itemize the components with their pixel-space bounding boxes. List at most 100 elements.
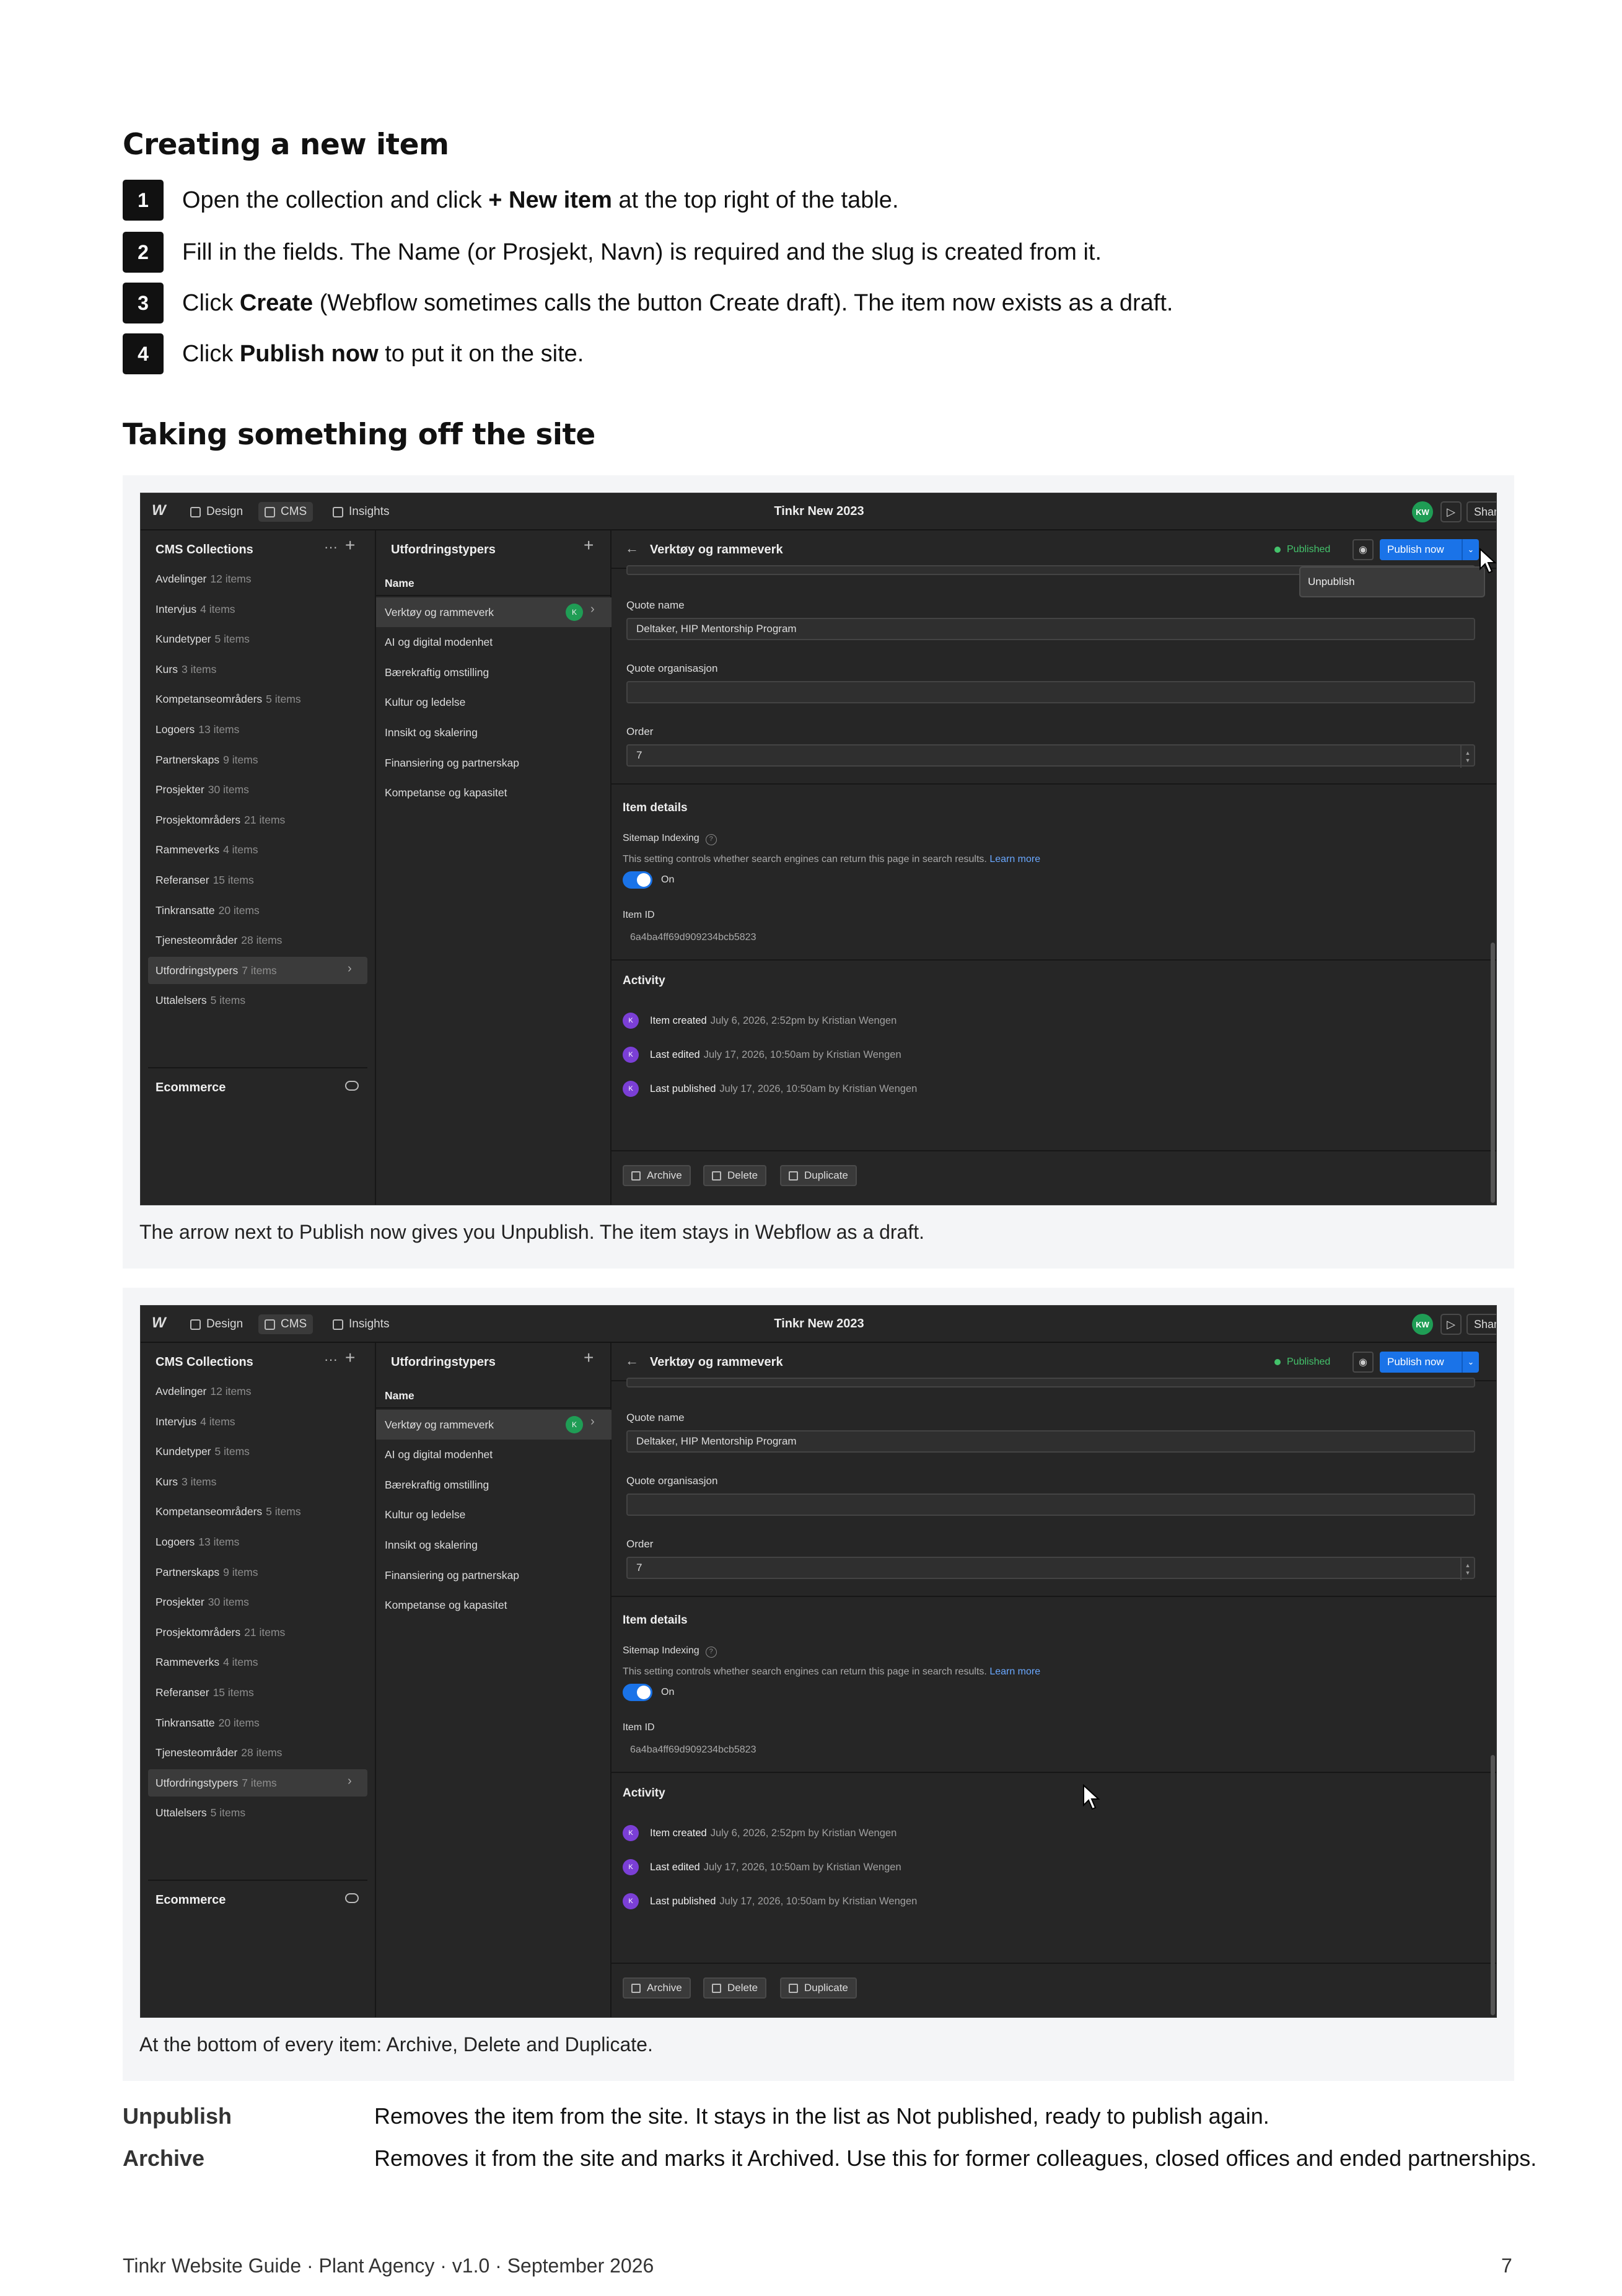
collection-count: 21 items [244,813,286,826]
collection-item[interactable]: Rammeverks 4 items [156,843,258,856]
collection-item[interactable]: Intervjus 4 items [156,1415,235,1428]
order-stepper[interactable]: 7 ▲ ▼ [626,1557,1475,1580]
unpublish-menu-item[interactable]: Unpublish [1299,566,1485,597]
activity-row: K Last published July 17, 2026, 10:50am by… [623,1081,917,1097]
stepper-arrows-icon[interactable]: ▲ ▼ [1460,1558,1474,1580]
collection-name: Logoers [156,1536,195,1548]
collection-item[interactable]: Prosjekter 30 items [156,1596,249,1609]
activity-action: Last published [650,1083,716,1094]
duplicate-button[interactable]: Duplicate [780,1977,857,1999]
list-item[interactable]: Finansiering og partnerskap [376,1560,612,1590]
collection-item[interactable]: Kundetyper 5 items [156,1445,250,1458]
collection-item[interactable]: Kundetyper 5 items [156,633,250,646]
share-button[interactable]: Share [1466,501,1496,522]
back-arrow-icon[interactable]: ← [625,540,639,556]
avatar[interactable]: KW [1412,501,1433,522]
collection-item[interactable]: Partnerskaps 9 items [156,1566,258,1579]
collection-item[interactable]: Logoers 13 items [156,723,239,736]
ecommerce-label[interactable]: Ecommerce [156,1893,226,1907]
collection-item[interactable]: Referanser 15 items [156,874,254,887]
list-item[interactable]: Innsikt og skalering [376,718,612,747]
collection-item[interactable]: Utfordringstypers 7 items [156,964,277,977]
add-collection-icon[interactable]: + [345,1348,355,1368]
collection-item[interactable]: Intervjus 4 items [156,603,235,616]
duplicate-button[interactable]: Duplicate [780,1165,857,1186]
more-icon[interactable]: ··· [324,539,338,555]
list-item[interactable]: Kompetanse og kapasitet [376,1591,612,1621]
collection-item[interactable]: Prosjekter 30 items [156,783,249,796]
collection-item[interactable]: Kurs 3 items [156,1476,216,1489]
learn-more-link[interactable]: Learn more [989,854,1040,864]
collection-item[interactable]: Kompetanseområders 5 items [156,1505,301,1518]
archive-button[interactable]: Archive [623,1165,691,1186]
collection-name: Utfordringstypers [156,1776,239,1789]
ecommerce-toggle-icon[interactable] [345,1893,359,1903]
list-item[interactable]: Bærekraftig omstilling [376,658,612,687]
field-input-cut[interactable] [626,1378,1475,1388]
activity-detail: July 17, 2026, 10:50am by Kristian Wenge… [719,1083,918,1094]
collection-item[interactable]: Prosjektområders 21 items [156,1626,285,1639]
chevron-down-icon[interactable]: ⌄ [1462,1352,1479,1373]
preview-play-icon[interactable]: ▷ [1440,1314,1462,1335]
list-item[interactable]: Kultur og ledelse [376,1500,612,1530]
quote-org-input[interactable] [626,1493,1475,1516]
quote-org-input[interactable] [626,681,1475,703]
list-item[interactable]: Kultur og ledelse [376,688,612,718]
scrollbar[interactable] [1491,1755,1495,2015]
preview-eye-icon[interactable]: ◉ [1352,1352,1374,1373]
preview-eye-icon[interactable]: ◉ [1352,539,1374,560]
order-stepper[interactable]: 7 ▲ ▼ [626,744,1475,768]
divider [376,595,612,596]
list-item[interactable]: Kompetanse og kapasitet [376,778,612,808]
delete-button[interactable]: Delete [703,1165,767,1186]
collection-item[interactable]: Tinkransatte 20 items [156,904,260,917]
new-item-icon[interactable]: + [584,1348,594,1368]
collection-name: Kundetyper [156,633,211,646]
help-icon[interactable]: ? [705,1647,717,1658]
collection-item[interactable]: Kurs 3 items [156,663,216,676]
collection-item[interactable]: Utfordringstypers 7 items [156,1777,277,1790]
more-icon[interactable]: ··· [324,1352,338,1368]
preview-play-icon[interactable]: ▷ [1440,501,1462,522]
collection-item[interactable]: Avdelinger 12 items [156,1385,252,1398]
quote-name-input[interactable]: Deltaker, HIP Mentorship Program [626,1430,1475,1453]
list-item[interactable]: Bærekraftig omstilling [376,1470,612,1500]
new-item-icon[interactable]: + [584,535,594,555]
chevron-down-icon[interactable]: ⌄ [1462,539,1479,560]
page-number: 7 [1501,2254,1512,2277]
list-item[interactable]: Finansiering og partnerskap [376,748,612,778]
stepper-arrows-icon[interactable]: ▲ ▼ [1460,746,1474,768]
collection-item[interactable]: Referanser 15 items [156,1686,254,1699]
collection-item[interactable]: Kompetanseområders 5 items [156,693,301,706]
collection-item[interactable]: Logoers 13 items [156,1536,239,1549]
sitemap-toggle[interactable] [623,871,652,889]
add-collection-icon[interactable]: + [345,535,355,555]
archive-button[interactable]: Archive [623,1977,691,1999]
quote-name-input[interactable]: Deltaker, HIP Mentorship Program [626,618,1475,640]
ecommerce-toggle-icon[interactable] [345,1081,359,1091]
help-icon[interactable]: ? [705,834,717,845]
scrollbar[interactable] [1491,943,1495,1203]
collection-item[interactable]: Rammeverks 4 items [156,1656,258,1669]
back-arrow-icon[interactable]: ← [625,1353,639,1369]
share-button[interactable]: Share [1466,1314,1496,1335]
collection-item[interactable]: Avdelinger 12 items [156,573,252,586]
collection-item[interactable]: Tinkransatte 20 items [156,1717,260,1730]
sitemap-toggle[interactable] [623,1684,652,1701]
ecommerce-label[interactable]: Ecommerce [156,1081,226,1095]
collection-item[interactable]: Tjenesteområder 28 items [156,1746,282,1759]
publish-now-button[interactable]: Publish now ⌄ [1380,1352,1479,1373]
publish-now-button[interactable]: Publish now ⌄ [1380,539,1479,560]
list-item[interactable]: AI og digital modenhet [376,1440,612,1470]
list-item[interactable]: Innsikt og skalering [376,1530,612,1560]
collection-item[interactable]: Partnerskaps 9 items [156,754,258,767]
collection-item[interactable]: Prosjektområders 21 items [156,814,285,827]
collection-item[interactable]: Tjenesteområder 28 items [156,934,282,947]
list-item[interactable]: AI og digital modenhet [376,628,612,658]
collection-item[interactable]: Uttalelsers 5 items [156,1806,245,1819]
avatar[interactable]: KW [1412,1314,1433,1335]
delete-button[interactable]: Delete [703,1977,767,1999]
learn-more-link[interactable]: Learn more [989,1666,1040,1677]
item-name: Finansiering og partnerskap [385,756,519,769]
collection-item[interactable]: Uttalelsers 5 items [156,994,245,1007]
